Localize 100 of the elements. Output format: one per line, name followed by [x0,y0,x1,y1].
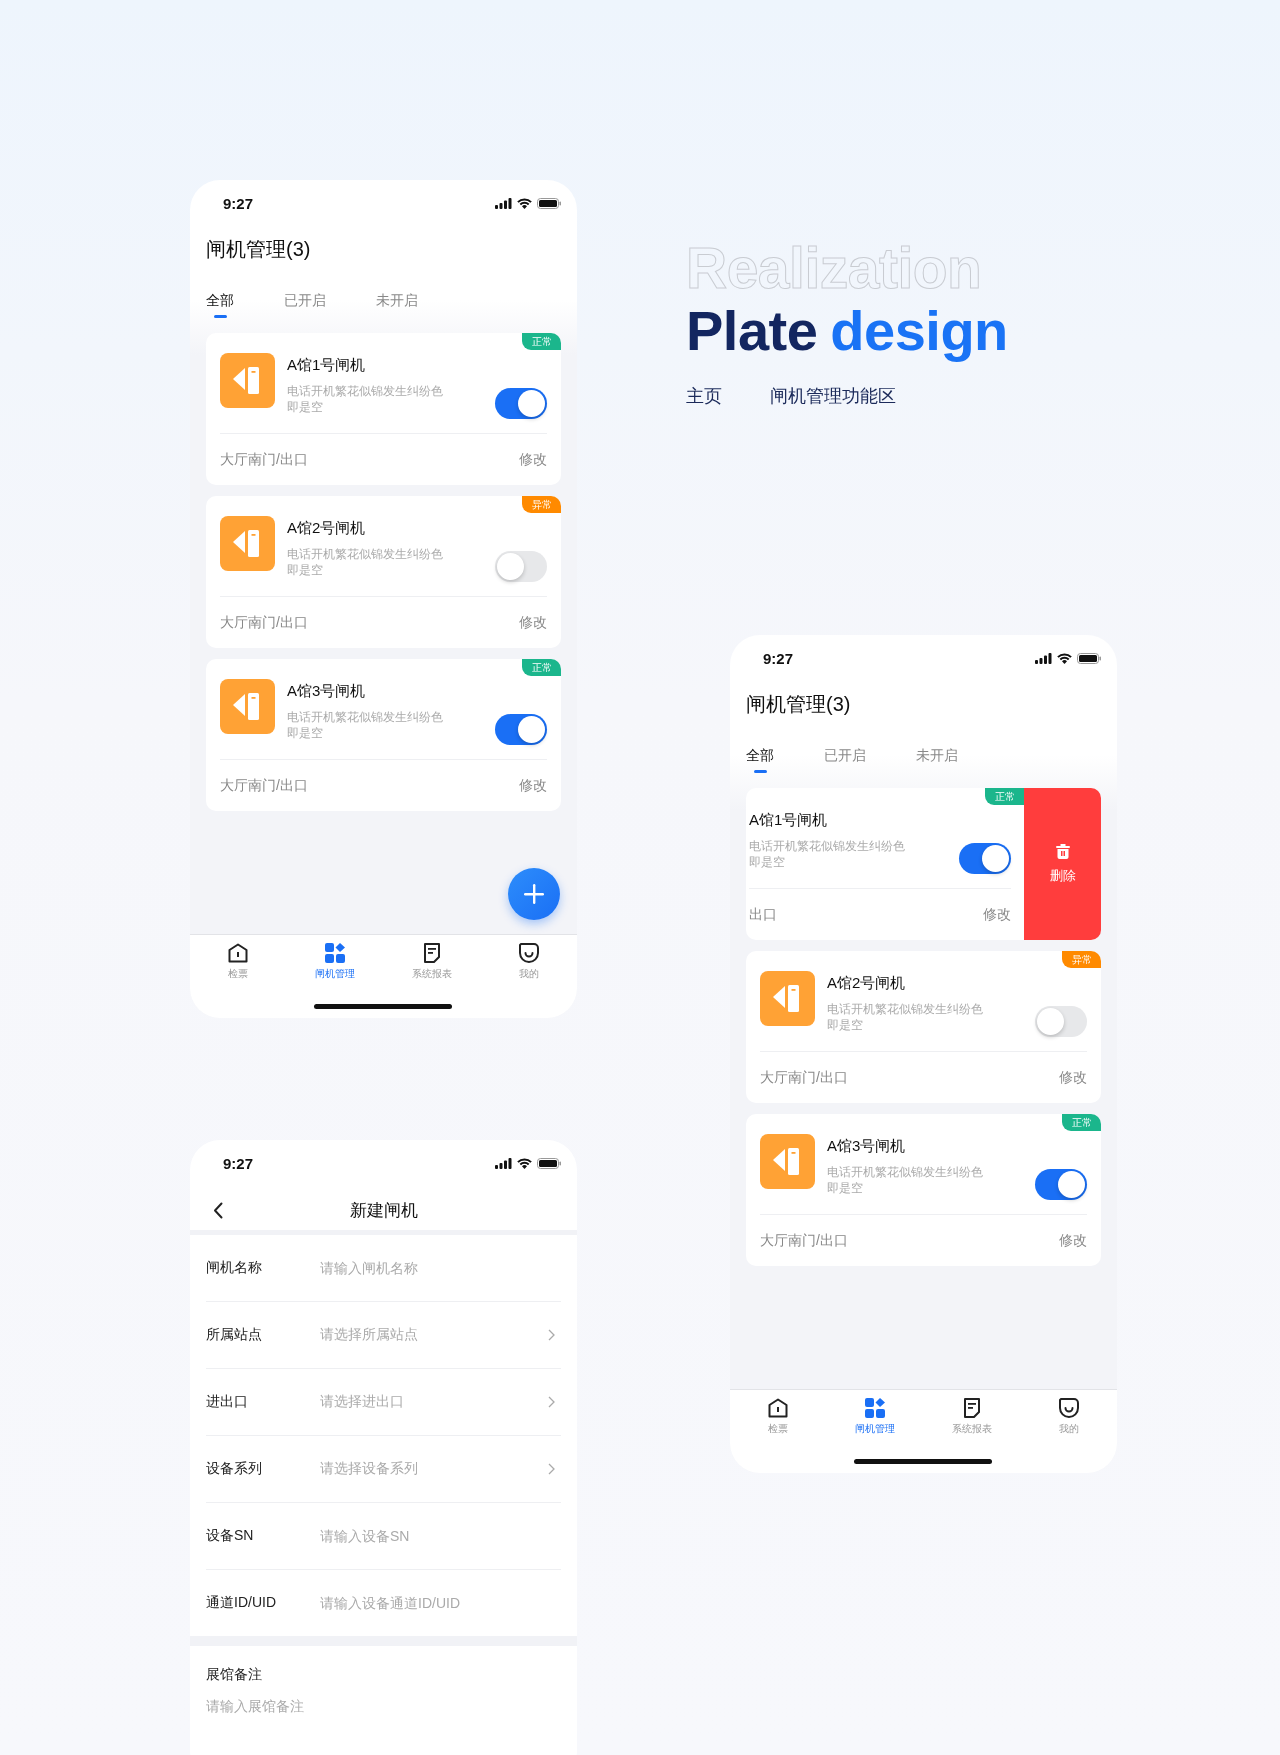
document-icon [962,1398,981,1418]
battery-icon [537,197,561,209]
gate-icon [760,971,815,1026]
toggle-switch[interactable] [1035,1169,1087,1200]
input-field[interactable]: 请输入设备SN [320,1521,561,1551]
section-label: 闸机管理功能区 [770,385,896,408]
page-title: 闸机管理(3) [206,237,312,262]
edit-link[interactable]: 修改 [983,905,1011,924]
signal-icon [495,1157,512,1169]
field-label: 闸机名称 [206,1259,263,1277]
heading-title: Plate [686,299,818,362]
field-label: 通道ID/UID [206,1594,277,1612]
select-field[interactable]: 请选择设备系列 [320,1454,561,1484]
field-label: 进出口 [206,1393,249,1411]
status-badge: 正常 [985,788,1024,805]
delete-button[interactable]: 删除 [1024,788,1101,940]
nav-tab[interactable]: 闸机管理 [826,1390,924,1436]
filter-tab[interactable]: 全部 [206,292,234,318]
plus-icon [524,884,544,904]
nav-tab[interactable]: 闸机管理 [286,935,384,981]
battery-icon [1077,652,1101,664]
field-label: 展馆备注 [206,1666,263,1684]
battery-icon [537,1157,561,1169]
gate-card[interactable]: 正常 A馆3号闸机 电话开机繁花似锦发生纠纷色即是空 大厅南门/出口 修改 [206,659,561,811]
edit-link[interactable]: 修改 [519,450,547,469]
select-field[interactable]: 请选择进出口 [320,1387,561,1417]
gate-name: A馆2号闸机 [287,519,367,538]
gate-icon [220,516,275,571]
toggle-switch[interactable] [495,714,547,745]
nav-tab[interactable]: 系统报表 [383,935,481,981]
grid-icon [325,943,346,963]
filter-tab[interactable]: 全部 [746,747,774,773]
nav-tab[interactable]: 检票 [730,1390,827,1436]
gate-icon [220,679,275,734]
signal-icon [495,197,512,209]
filter-tab[interactable]: 未开启 [376,292,418,318]
gate-card[interactable]: 正常 A馆1号闸机 电话开机繁花似锦发生纠纷色即是空 出口 修改 [746,788,1024,940]
status-time: 9:27 [763,649,794,667]
nav-tab[interactable]: 系统报表 [923,1390,1021,1436]
status-badge: 异常 [1062,951,1101,968]
nav-tab[interactable]: 我的 [1020,1390,1117,1436]
nav-tab[interactable]: 检票 [190,935,287,981]
gate-location: 大厅南门/出口 [220,613,308,632]
select-field[interactable]: 请选择所属站点 [320,1320,561,1350]
toggle-switch[interactable] [495,551,547,582]
filter-tab[interactable]: 未开启 [916,747,958,773]
gate-card[interactable]: 异常 A馆2号闸机 电话开机繁花似锦发生纠纷色即是空 大厅南门/出口 修改 [206,496,561,648]
note-field[interactable]: 请输入展馆备注 [206,1694,406,1718]
section-label: 主页 [686,385,722,408]
gate-name: A馆3号闸机 [287,682,367,701]
status-time: 9:27 [223,1154,254,1172]
filter-tab[interactable]: 已开启 [824,747,866,773]
toggle-switch[interactable] [1035,1006,1087,1037]
status-badge: 异常 [522,496,561,513]
back-icon[interactable] [213,1202,223,1219]
field-label: 设备系列 [206,1460,263,1478]
home-icon [228,943,249,963]
heading-accent: design [830,299,1008,362]
chevron-right-icon [548,1329,555,1341]
edit-link[interactable]: 修改 [1059,1231,1087,1250]
page-title: 新建闸机 [349,1199,418,1222]
toggle-switch[interactable] [495,388,547,419]
input-field[interactable]: 请输入闸机名称 [320,1253,561,1283]
gate-location: 大厅南门/出口 [220,776,308,795]
toggle-switch[interactable] [959,843,1011,874]
smile-icon [518,943,539,963]
status-badge: 正常 [1062,1114,1101,1131]
status-badge: 正常 [522,333,561,350]
filter-tab[interactable]: 已开启 [284,292,326,318]
chevron-right-icon [548,1463,555,1475]
gate-location: 大厅南门/出口 [760,1231,848,1250]
wifi-icon [517,197,532,209]
gate-card[interactable]: 正常 A馆1号闸机 电话开机繁花似锦发生纠纷色即是空 大厅南门/出口 修改 [206,333,561,485]
gate-card[interactable]: 正常 A馆3号闸机 电话开机繁花似锦发生纠纷色即是空 大厅南门/出口 修改 [746,1114,1101,1266]
edit-link[interactable]: 修改 [1059,1068,1087,1087]
smile-icon [1058,1398,1079,1418]
gate-name: A馆1号闸机 [749,811,829,830]
trash-icon [1055,843,1070,859]
add-button[interactable] [508,868,560,920]
gate-location: 大厅南门/出口 [760,1068,848,1087]
wifi-icon [1057,652,1072,664]
gate-location: 出口 [749,905,777,924]
signal-icon [1035,652,1052,664]
gate-name: A馆2号闸机 [827,974,907,993]
gate-name: A馆1号闸机 [287,356,367,375]
gate-description: 电话开机繁花似锦发生纠纷色即是空 [827,1164,984,1196]
edit-link[interactable]: 修改 [519,776,547,795]
input-field[interactable]: 请输入设备通道ID/UID [320,1588,561,1618]
nav-tab[interactable]: 我的 [480,935,577,981]
gate-icon [220,353,275,408]
gate-description: 电话开机繁花似锦发生纠纷色即是空 [287,546,444,578]
gate-description: 电话开机繁花似锦发生纠纷色即是空 [749,838,906,870]
document-icon [422,943,441,963]
gate-icon [760,1134,815,1189]
grid-icon [865,1398,886,1418]
gate-card[interactable]: 异常 A馆2号闸机 电话开机繁花似锦发生纠纷色即是空 大厅南门/出口 修改 [746,951,1101,1103]
gate-location: 大厅南门/出口 [220,450,308,469]
gate-name: A馆3号闸机 [827,1137,907,1156]
field-label: 设备SN [206,1527,255,1545]
edit-link[interactable]: 修改 [519,613,547,632]
